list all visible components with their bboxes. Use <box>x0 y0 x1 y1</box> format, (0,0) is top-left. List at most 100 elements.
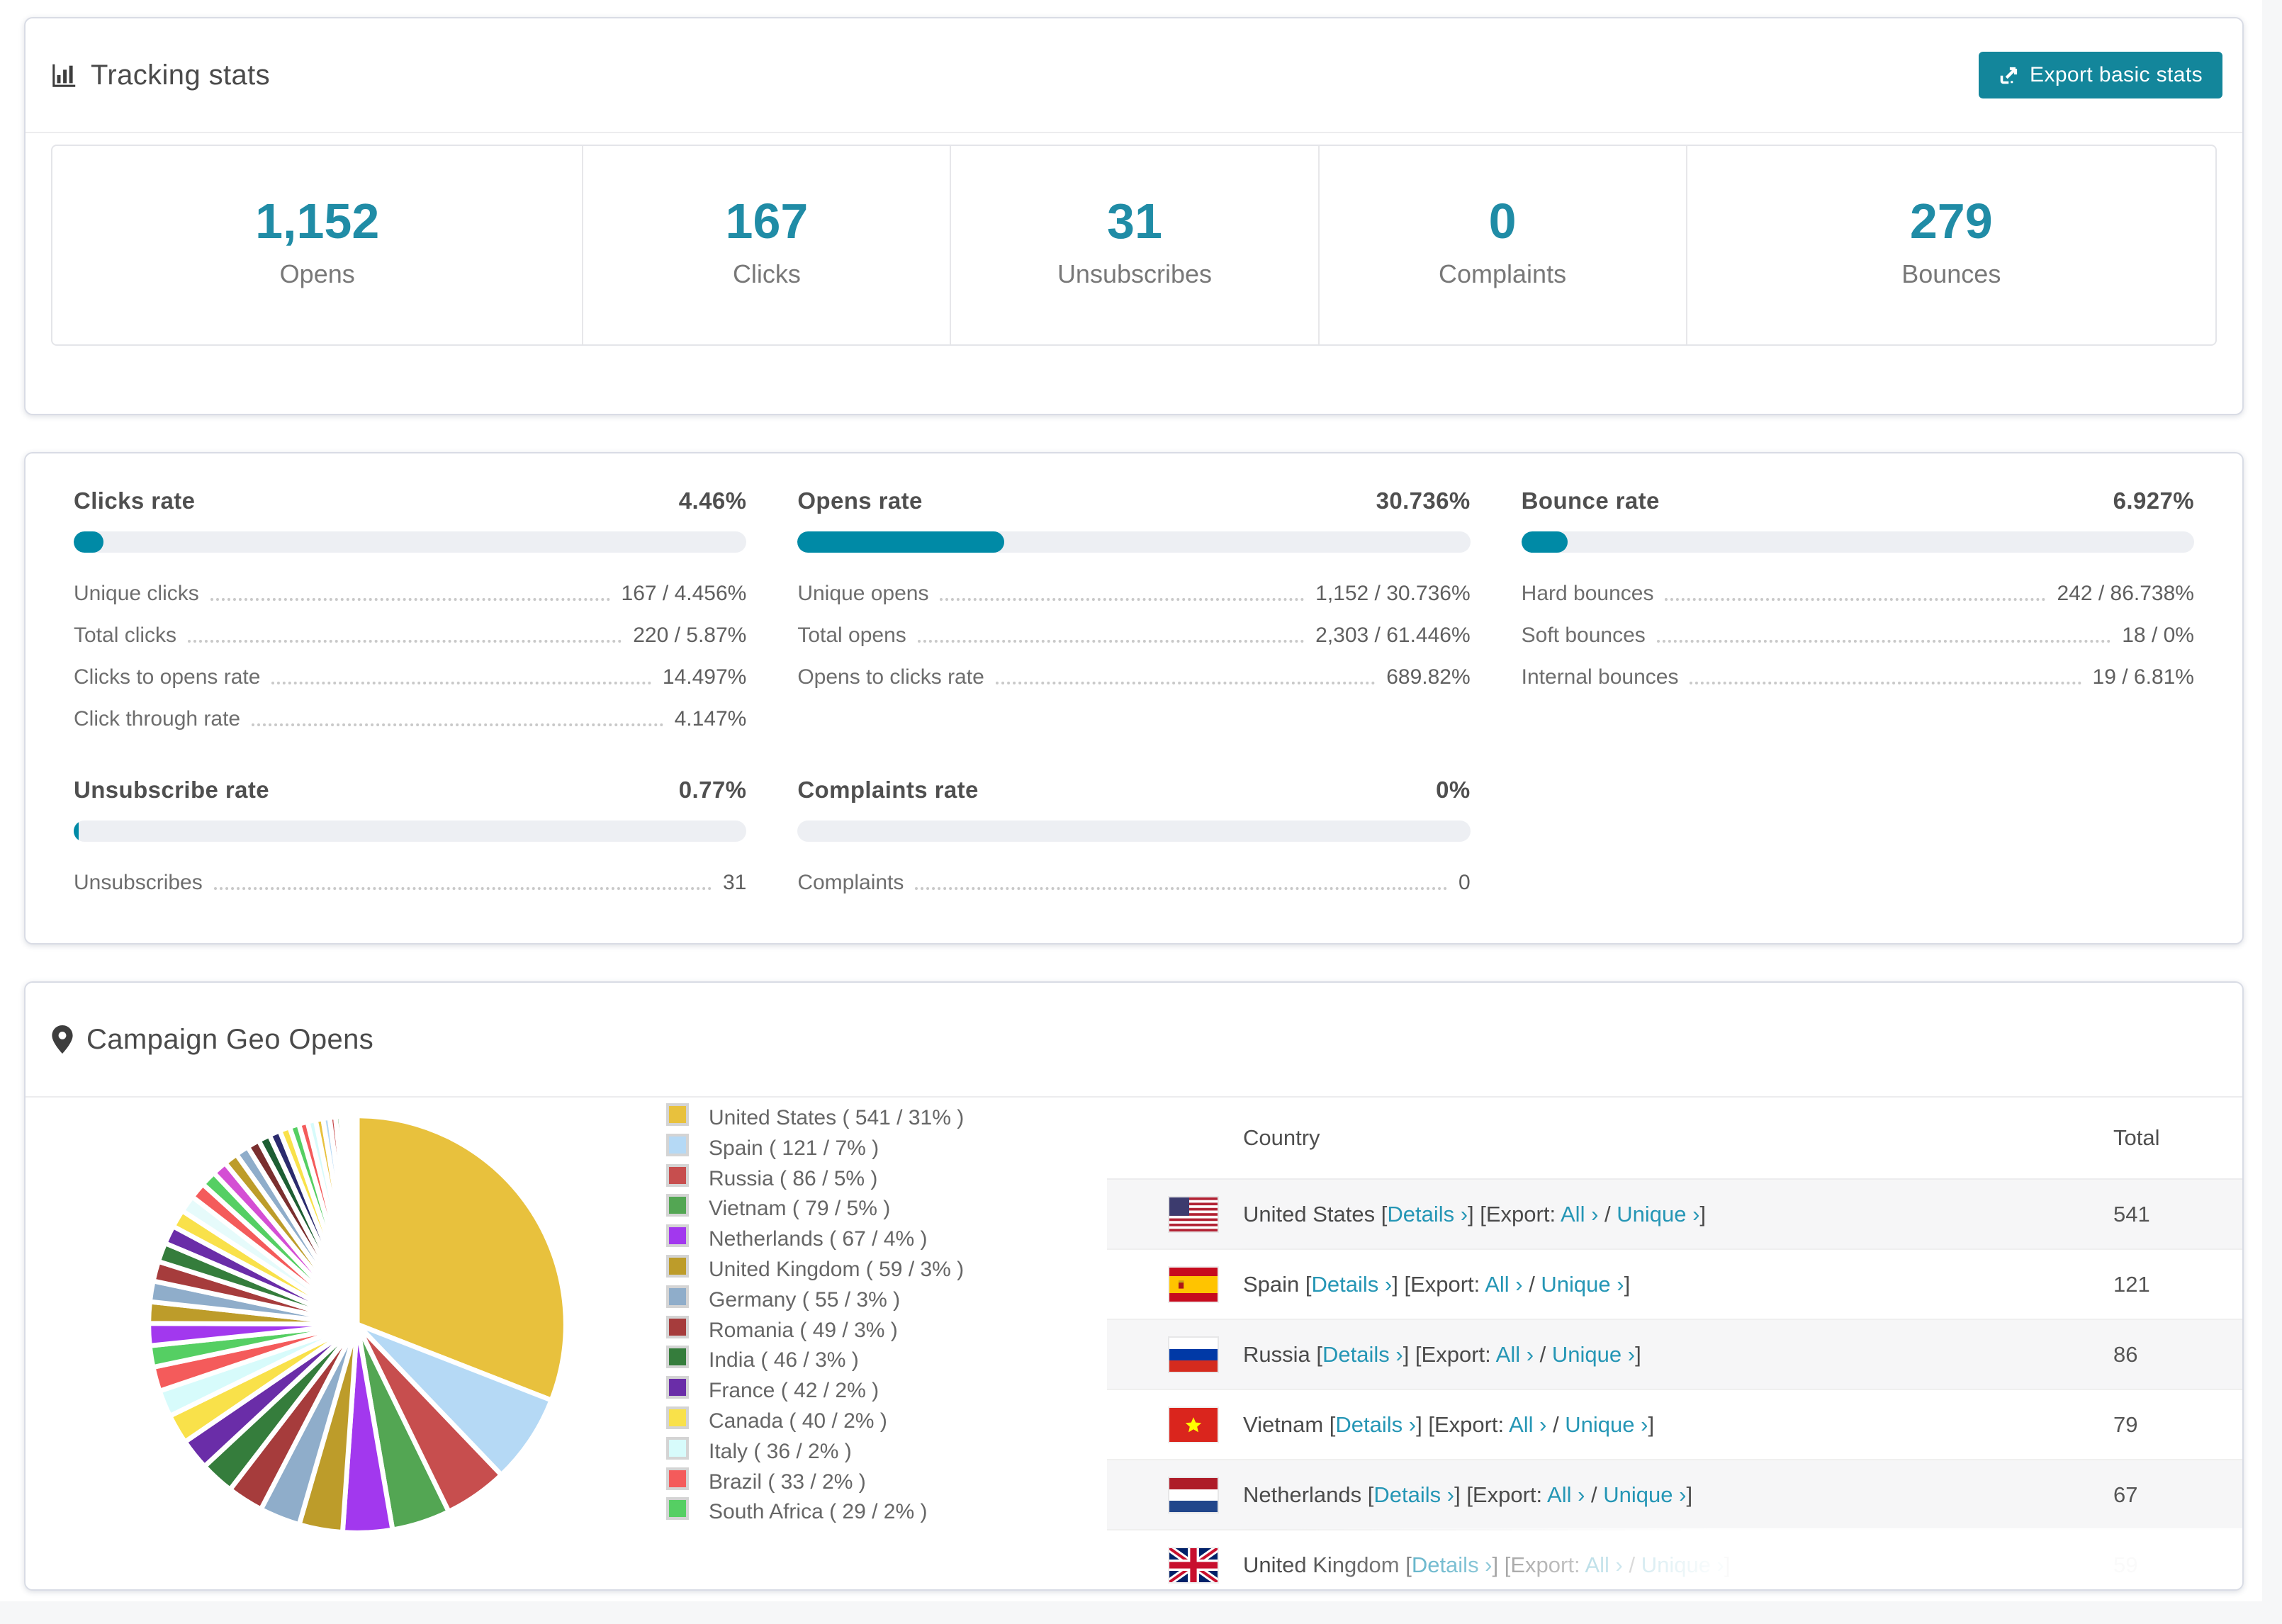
dotted-leader <box>917 639 1305 643</box>
metric-row: Click through rate 4.147% <box>74 698 746 740</box>
rate-value: 0% <box>1436 777 1471 803</box>
rate-details: Unique opens 1,152 / 30.736% Total opens 2,… <box>797 573 1470 698</box>
rate-details: Complaints 0 <box>797 862 1470 903</box>
export-all-link[interactable]: All › <box>1585 1552 1622 1577</box>
legend-swatch <box>666 1346 689 1369</box>
stat-label: Opens <box>279 259 355 288</box>
export-all-link[interactable]: All › <box>1509 1412 1546 1437</box>
export-unique-link[interactable]: Unique › <box>1541 1272 1624 1297</box>
country-links: [Details ›] [Export: All › / Unique ›] <box>1323 1411 1655 1437</box>
dotted-leader <box>995 681 1376 684</box>
rate-value: 4.46% <box>678 487 747 514</box>
metric-value: 2,303 / 61.446% <box>1315 623 1471 647</box>
es-flag-icon <box>1169 1267 1218 1302</box>
tracking-stats-card: Tracking stats Export basic stats 1,152 … <box>24 17 2244 415</box>
country-name: United States <box>1243 1201 1376 1227</box>
dotted-leader <box>252 723 663 726</box>
legend-swatch <box>666 1163 689 1187</box>
metric-label: Click through rate <box>74 706 241 731</box>
table-row: United States [Details ›] [Export: All ›… <box>1107 1180 2242 1250</box>
country-links: [Details ›] [Export: All › / Unique ›] <box>1310 1341 1641 1367</box>
legend-item: Brazil ( 33 / 2% ) <box>666 1467 964 1498</box>
metric-value: 31 <box>722 870 747 894</box>
export-unique-link[interactable]: Unique › <box>1565 1412 1648 1437</box>
legend-item: India ( 46 / 3% ) <box>666 1346 964 1376</box>
legend-swatch <box>666 1497 689 1521</box>
rate-title: Bounce rate <box>1521 487 1660 514</box>
export-unique-link[interactable]: Unique › <box>1603 1482 1686 1507</box>
legend-swatch <box>666 1467 689 1490</box>
bar-chart-icon <box>51 62 78 89</box>
stat-opens: 1,152 Opens <box>52 146 582 344</box>
export-all-link[interactable]: All › <box>1485 1272 1522 1297</box>
export-basic-stats-button[interactable]: Export basic stats <box>1979 52 2222 98</box>
details-link[interactable]: Details › <box>1312 1272 1393 1297</box>
page: Tracking stats Export basic stats 1,152 … <box>0 0 2262 1601</box>
legend-item: Canada ( 40 / 2% ) <box>666 1406 964 1437</box>
export-all-link[interactable]: All › <box>1547 1482 1585 1507</box>
nl-flag-icon <box>1169 1477 1218 1512</box>
stat-clicks: 167 Clicks <box>582 146 950 344</box>
unsubscribe-rate-panel: Unsubscribe rate 0.77% Unsubscribes 31 <box>74 777 747 903</box>
opens-rate-panel: Opens rate 30.736% Unique opens 1,152 / 3… <box>797 487 1471 740</box>
stat-value: 0 <box>1488 193 1517 249</box>
total-column-header: Total <box>2113 1125 2160 1150</box>
dotted-leader <box>1665 597 2046 601</box>
export-all-link[interactable]: All › <box>1496 1342 1534 1367</box>
geo-opens-header: Campaign Geo Opens <box>26 983 2242 1098</box>
stat-label: Bounces <box>1901 259 2001 288</box>
metric-value: 0 <box>1458 870 1471 894</box>
complaints-rate-panel: Complaints rate 0% Complaints 0 <box>797 777 1471 903</box>
details-link[interactable]: Details › <box>1335 1412 1416 1437</box>
geo-opens-card: Campaign Geo Opens United States ( 541 /… <box>24 981 2244 1591</box>
legend-swatch <box>666 1224 689 1248</box>
export-unique-link[interactable]: Unique › <box>1617 1202 1699 1227</box>
dotted-leader <box>1690 681 2081 684</box>
progress-fill <box>1521 531 1568 553</box>
stat-label: Clicks <box>732 259 801 288</box>
legend-item: South Africa ( 29 / 2% ) <box>666 1497 964 1528</box>
legend-item: Vietnam ( 79 / 5% ) <box>666 1194 964 1224</box>
legend-swatch <box>666 1194 689 1217</box>
metric-row: Clicks to opens rate 14.497% <box>74 656 746 698</box>
stat-value: 279 <box>1909 193 1993 249</box>
rates-grid: Clicks rate 4.46% Unique clicks 167 / 4.4… <box>26 453 2242 943</box>
stat-value: 31 <box>1107 193 1162 249</box>
geo-body: United States ( 541 / 31% ) Spain ( 121 /… <box>26 1098 2242 1588</box>
details-link[interactable]: Details › <box>1412 1552 1493 1577</box>
rate-details: Unique clicks 167 / 4.456% Total clicks 220… <box>74 573 746 740</box>
export-all-link[interactable]: All › <box>1561 1202 1598 1227</box>
stat-label: Unsubscribes <box>1057 259 1213 288</box>
legend-item: United States ( 541 / 31% ) <box>666 1103 964 1134</box>
metric-value: 14.497% <box>662 665 747 689</box>
export-button-label: Export basic stats <box>2030 63 2203 86</box>
export-unique-link[interactable]: Unique › <box>1552 1342 1635 1367</box>
gb-flag-icon <box>1169 1547 1218 1582</box>
metric-row: Internal bounces 19 / 6.81% <box>1522 656 2194 698</box>
geo-pie-chart <box>146 1113 568 1535</box>
stats-summary: 1,152 Opens 167 Clicks 31 Unsubscribes 0… <box>51 145 2217 346</box>
details-link[interactable]: Details › <box>1322 1342 1403 1367</box>
metric-row: Unique clicks 167 / 4.456% <box>74 573 746 614</box>
metric-label: Unsubscribes <box>74 870 203 894</box>
stat-value: 167 <box>725 193 809 249</box>
legend-item: Germany ( 55 / 3% ) <box>666 1285 964 1316</box>
stat-value: 1,152 <box>255 193 380 249</box>
map-pin-icon <box>51 1025 74 1054</box>
metric-row: Hard bounces 242 / 86.738% <box>1522 573 2194 614</box>
dotted-leader <box>1656 639 2111 643</box>
geo-table-rows: United States [Details ›] [Export: All ›… <box>1107 1180 2242 1589</box>
table-row: Spain [Details ›] [Export: All › / Uniqu… <box>1107 1250 2242 1320</box>
country-name: Spain <box>1243 1271 1300 1297</box>
clicks-rate-panel: Clicks rate 4.46% Unique clicks 167 / 4.4… <box>74 487 747 740</box>
legend-item: United Kingdom ( 59 / 3% ) <box>666 1254 964 1285</box>
metric-label: Unique clicks <box>74 581 199 605</box>
progress-bar <box>74 531 747 553</box>
geo-table: Country Total United States [Details ›] … <box>1107 1098 2242 1589</box>
details-link[interactable]: Details › <box>1373 1482 1454 1507</box>
dotted-leader <box>940 597 1305 601</box>
dotted-leader <box>271 681 651 684</box>
metric-value: 242 / 86.738% <box>2057 581 2194 605</box>
details-link[interactable]: Details › <box>1387 1202 1468 1227</box>
export-unique-link[interactable]: Unique › <box>1641 1552 1724 1577</box>
